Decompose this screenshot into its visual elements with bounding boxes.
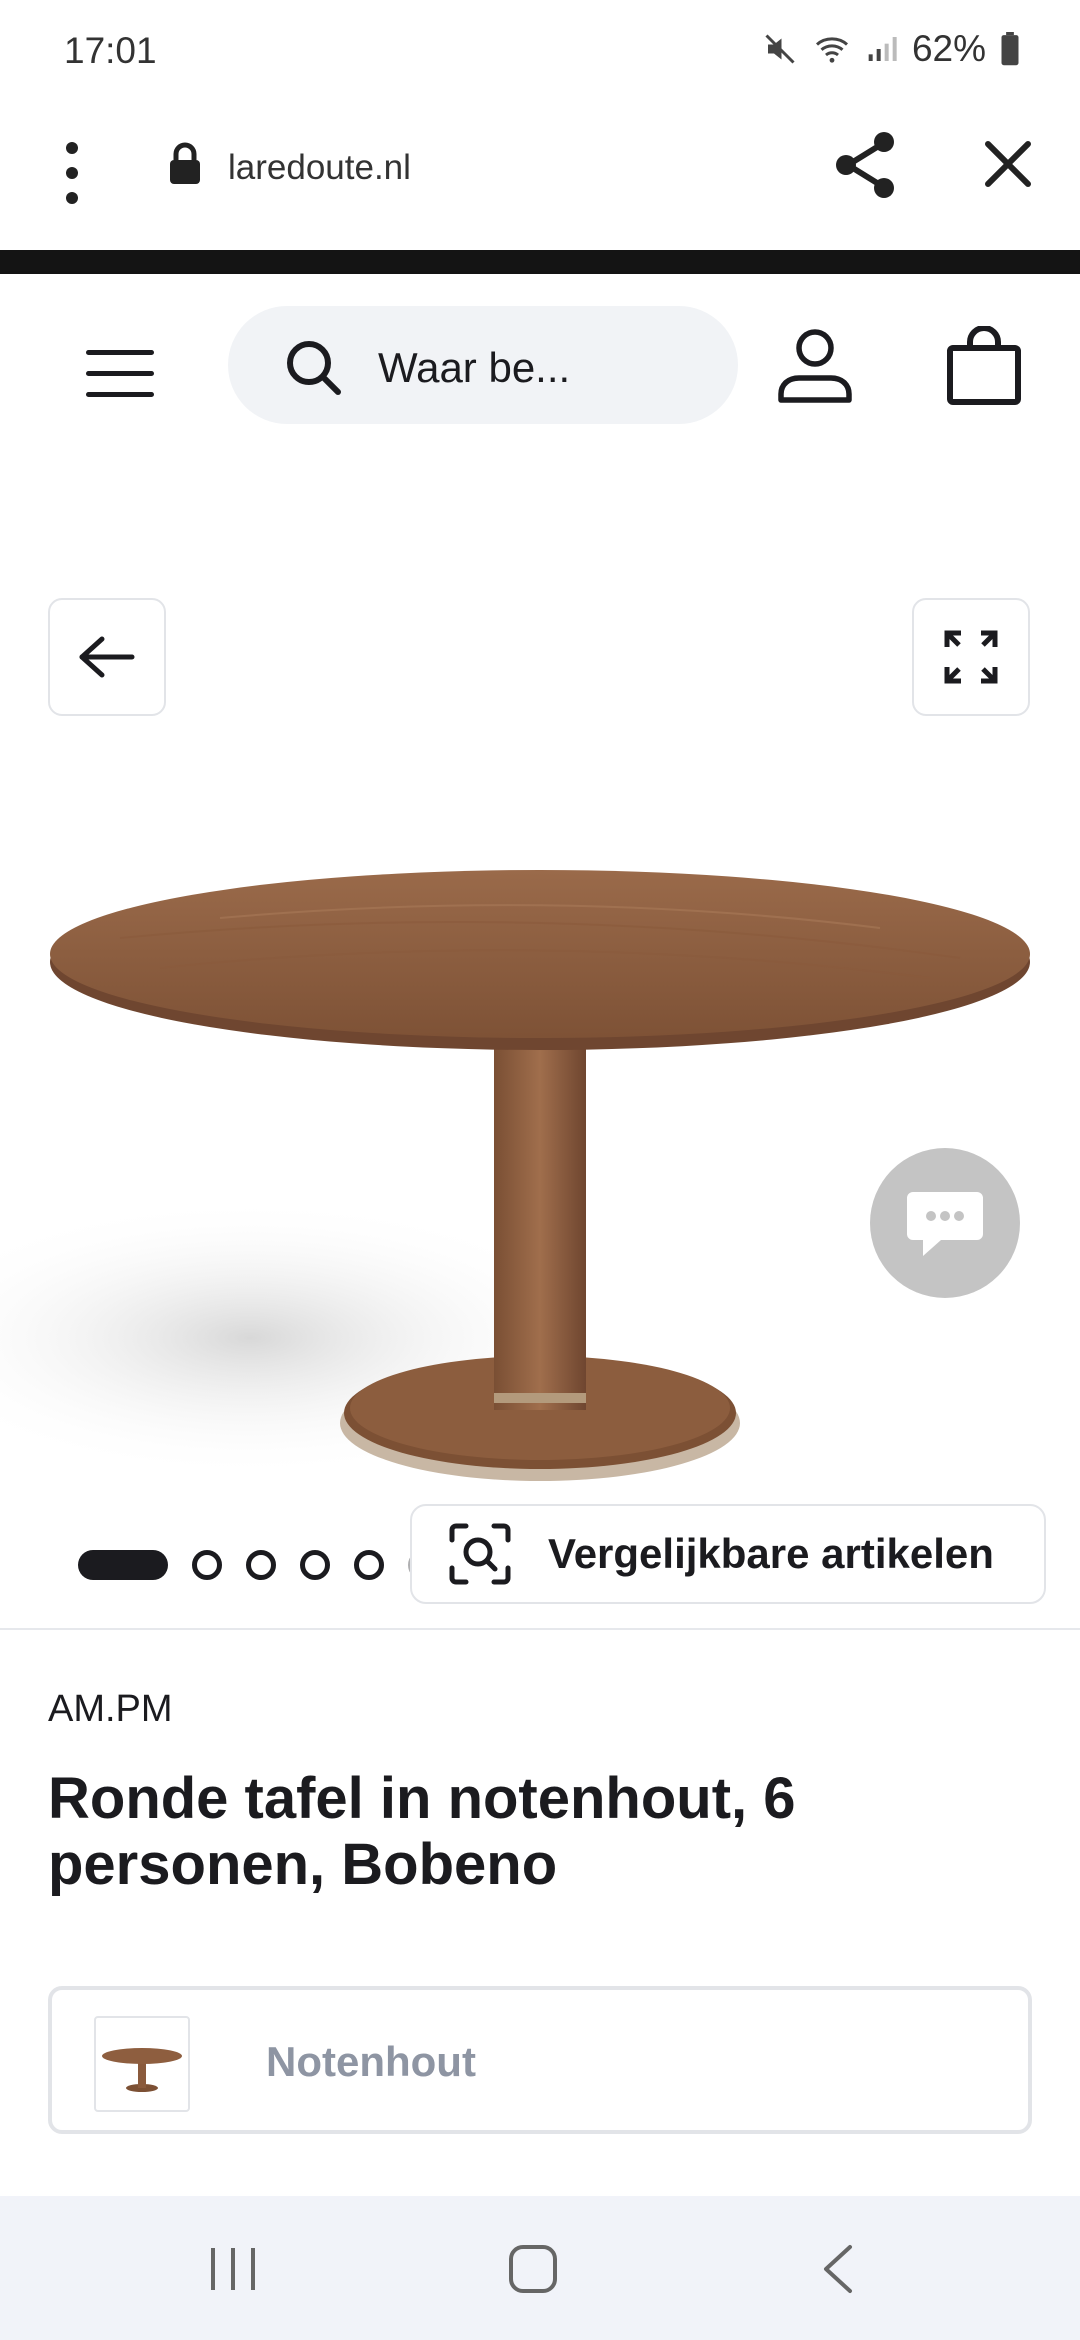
back-icon[interactable]: [820, 2244, 856, 2294]
fullscreen-button[interactable]: [912, 598, 1030, 716]
browser-bar: laredoute.nl: [0, 100, 1080, 250]
pagination-dot-active[interactable]: [78, 1550, 168, 1580]
similar-items-button[interactable]: Vergelijkbare artikelen: [410, 1504, 1046, 1604]
chat-icon: [907, 1192, 983, 1256]
more-vert-icon[interactable]: [52, 138, 92, 208]
search-placeholder: Waar be...: [378, 344, 571, 391]
status-time: 17:01: [64, 30, 157, 71]
status-icons: 62%: [762, 28, 1020, 70]
top-banner-strip: [0, 250, 1080, 274]
variant-thumbnail: [94, 2016, 190, 2112]
hamburger-icon[interactable]: [86, 350, 154, 400]
pagination-dot[interactable]: [300, 1550, 330, 1580]
divider: [0, 1628, 1080, 1630]
lock-icon: [170, 142, 200, 184]
pagination-dot[interactable]: [354, 1550, 384, 1580]
visual-search-icon: [449, 1523, 511, 1585]
status-bar: 17:01 62%: [0, 0, 1080, 100]
site-header: Waar be...: [0, 274, 1080, 458]
wifi-icon: [815, 37, 848, 63]
similar-items-label: Vergelijkbare artikelen: [548, 1530, 994, 1577]
table-thumbnail-image: [102, 2048, 182, 2092]
pagination-dot[interactable]: [246, 1550, 276, 1580]
product-title: Ronde tafel in notenhout, 6 personen, Bo…: [48, 1766, 796, 1897]
account-icon[interactable]: [776, 328, 854, 406]
battery-percentage: 62%: [911, 28, 986, 69]
battery-icon: [1001, 32, 1019, 66]
mute-icon: [765, 34, 795, 64]
expand-icon: [944, 630, 998, 684]
search-input[interactable]: Waar be...: [228, 306, 738, 424]
home-icon[interactable]: [508, 2244, 558, 2294]
arrow-left-icon: [79, 636, 135, 678]
product-brand[interactable]: AM.PM: [48, 1688, 173, 1731]
url-text[interactable]: laredoute.nl: [228, 148, 411, 188]
signal-icon: [868, 37, 897, 61]
gallery-back-button[interactable]: [48, 598, 166, 716]
search-icon: [287, 341, 341, 395]
share-icon[interactable]: [832, 130, 898, 200]
chat-button[interactable]: [870, 1148, 1020, 1298]
variant-selector[interactable]: Notenhout: [48, 1986, 1032, 2134]
product-image-gallery[interactable]: Vergelijkbare artikelen: [0, 458, 1080, 1628]
recent-apps-icon[interactable]: [208, 2246, 258, 2292]
gallery-pagination: [78, 1550, 438, 1580]
system-navigation-bar: [0, 2196, 1080, 2340]
variant-label: Notenhout: [266, 2038, 476, 2085]
shopping-bag-icon[interactable]: [944, 326, 1024, 406]
pagination-dot[interactable]: [192, 1550, 222, 1580]
close-icon[interactable]: [982, 138, 1034, 190]
